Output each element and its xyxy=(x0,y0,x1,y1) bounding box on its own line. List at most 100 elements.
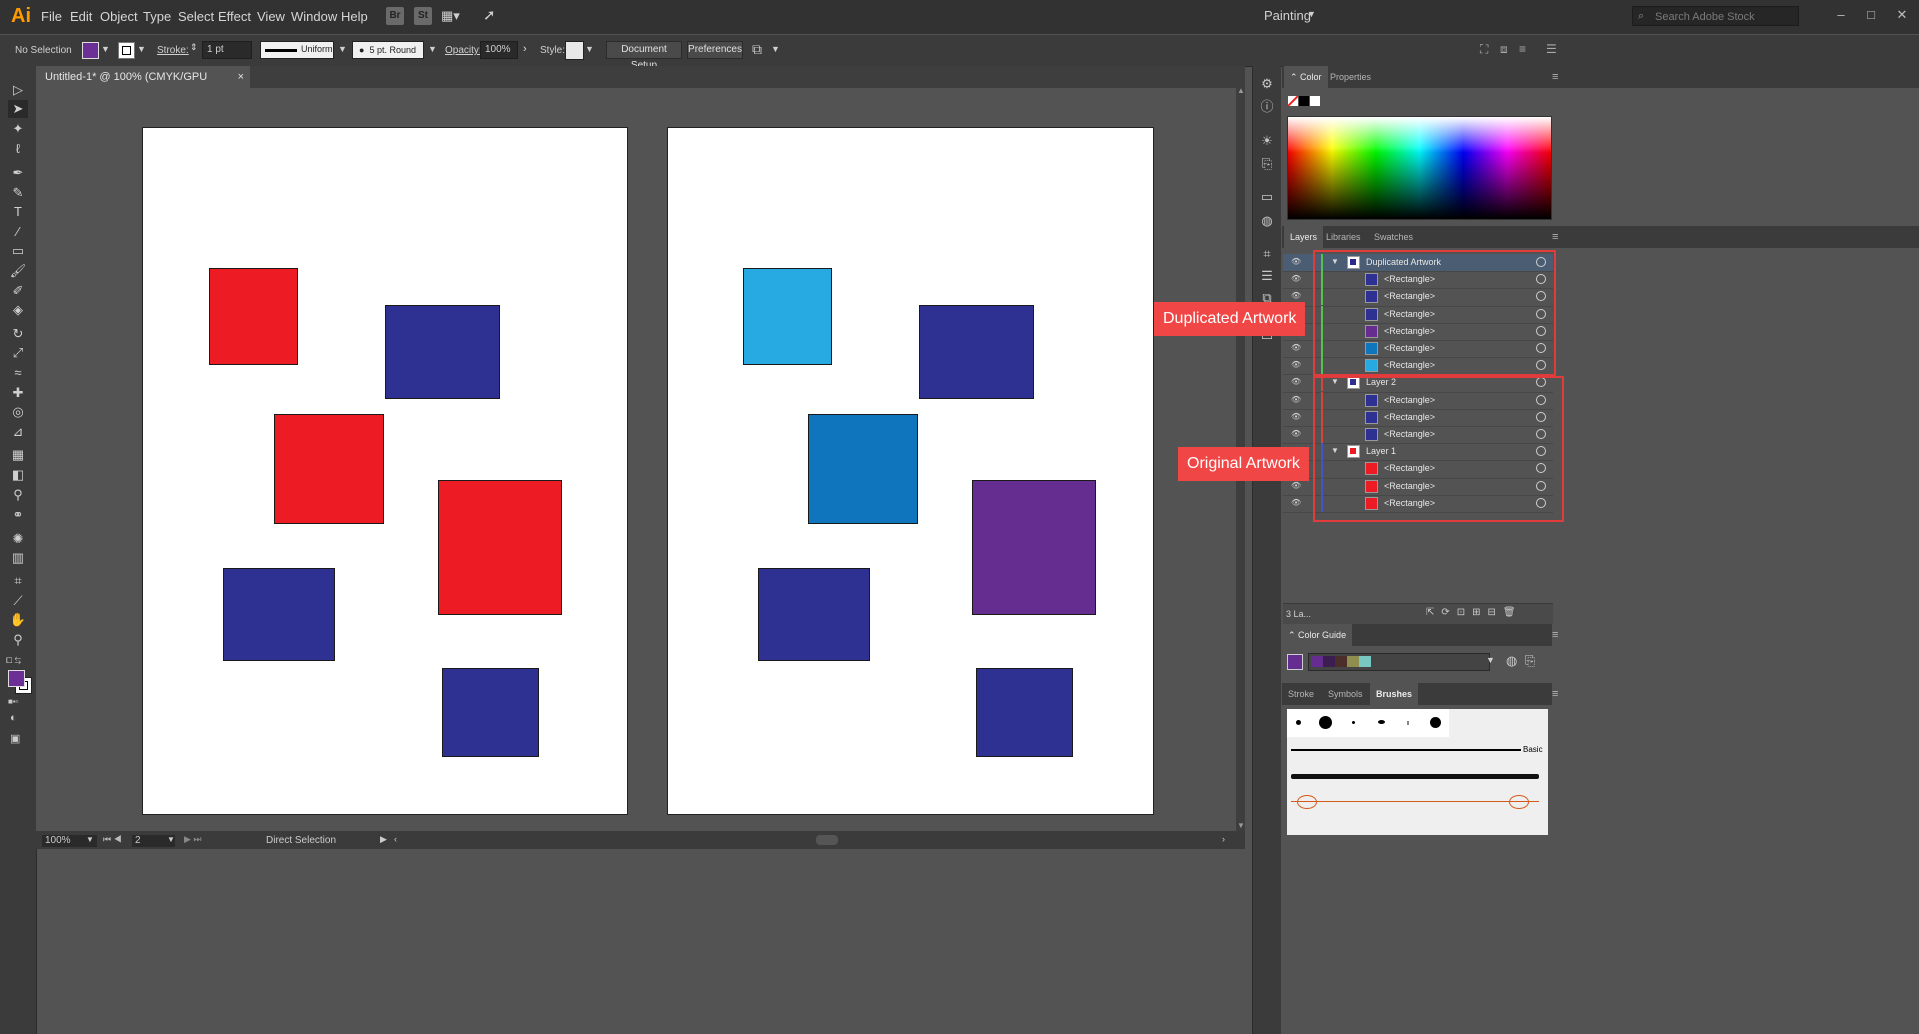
menu-help[interactable]: Help xyxy=(341,9,368,24)
artboard-tool-icon[interactable]: ⌗ xyxy=(8,572,28,590)
chevron-down-icon[interactable]: ▼ xyxy=(585,44,594,54)
harmony-swatch[interactable] xyxy=(1359,656,1371,667)
rectangle[interactable] xyxy=(808,414,918,524)
stepper-icon[interactable]: ⇕ xyxy=(190,42,198,53)
brush-dot[interactable] xyxy=(1430,717,1441,728)
rectangle[interactable] xyxy=(976,668,1073,757)
charcoal-brush-stroke[interactable] xyxy=(1291,774,1539,779)
rectangle[interactable] xyxy=(438,480,562,615)
graphic-styles-icon[interactable]: ◍ xyxy=(1259,213,1275,229)
visibility-eye-icon[interactable]: 👁 xyxy=(1291,498,1301,507)
panel-menu-icon[interactable]: ≡ xyxy=(1546,226,1564,248)
chevron-down-icon[interactable]: ▼ xyxy=(338,44,347,54)
basic-brush-stroke[interactable] xyxy=(1291,749,1521,751)
visibility-eye-icon[interactable]: 👁 xyxy=(1291,257,1301,266)
panel-menu-icon[interactable]: ≡ xyxy=(1546,683,1564,705)
stroke-label[interactable]: Stroke: xyxy=(157,45,189,56)
info-icon[interactable]: ⓘ xyxy=(1259,99,1275,115)
opacity-field[interactable]: 100% xyxy=(480,41,518,59)
next-artboard-icon[interactable]: ▶ ⏭ xyxy=(184,834,202,845)
line-tool-icon[interactable]: ⁄ xyxy=(8,223,28,241)
artboard-2[interactable] xyxy=(667,127,1154,815)
layer-actions-icons[interactable]: ⇱⟳⊡⊞⊟🗑 xyxy=(1426,607,1523,618)
mesh-tool-icon[interactable]: ▦ xyxy=(8,446,28,464)
visibility-eye-icon[interactable]: 👁 xyxy=(1291,481,1301,490)
stroke-swatch[interactable] xyxy=(118,42,135,59)
close-icon[interactable]: × xyxy=(238,66,244,88)
art-brush-stroke[interactable] xyxy=(1291,801,1539,802)
brush-dot[interactable] xyxy=(1407,721,1409,725)
brush-definition[interactable]: ● 5 pt. Round xyxy=(352,41,424,59)
none-swatch[interactable] xyxy=(1288,96,1298,106)
rectangle[interactable] xyxy=(442,668,539,757)
tab-properties[interactable]: Properties xyxy=(1324,66,1377,88)
horizontal-scrollbar-thumb[interactable] xyxy=(816,835,838,845)
menu-object[interactable]: Object xyxy=(100,9,138,24)
zoom-tool-icon[interactable]: ⚲ xyxy=(8,631,28,649)
tab-layers[interactable]: Layers xyxy=(1284,226,1324,248)
arrange-documents-icon[interactable]: ▦▾ xyxy=(441,8,460,24)
slice-tool-icon[interactable]: ⟋ xyxy=(8,592,28,610)
scale-tool-icon[interactable]: ⤢ xyxy=(8,344,28,362)
rectangle[interactable] xyxy=(972,480,1096,615)
visibility-eye-icon[interactable]: 👁 xyxy=(1291,412,1301,421)
appearance-icon[interactable]: ☀ xyxy=(1259,133,1275,149)
brush-dot[interactable] xyxy=(1319,716,1332,729)
bridge-button[interactable]: Br xyxy=(386,7,404,25)
visibility-eye-icon[interactable]: 👁 xyxy=(1291,360,1301,369)
document-setup-button[interactable]: Document Setup xyxy=(606,41,682,71)
visibility-eye-icon[interactable]: 👁 xyxy=(1291,343,1301,352)
rectangle[interactable] xyxy=(919,305,1034,399)
shape-builder-tool-icon[interactable]: ◎ xyxy=(8,403,28,421)
chevron-right-icon[interactable]: ▶ xyxy=(380,834,387,845)
eyedropper-tool-icon[interactable]: ⚲ xyxy=(8,486,28,504)
pen-tool-icon[interactable]: ✒ xyxy=(8,164,28,182)
type-tool-icon[interactable]: T xyxy=(8,203,28,221)
chevron-down-icon[interactable]: ▼ xyxy=(771,44,780,54)
preferences-button[interactable]: Preferences xyxy=(687,41,743,59)
rectangle-tool-icon[interactable]: ▭ xyxy=(8,242,28,260)
chevron-down-icon[interactable]: ▼ xyxy=(167,835,175,844)
chevron-down-icon[interactable]: ▼ xyxy=(101,44,110,54)
fill-swatch[interactable] xyxy=(82,42,99,59)
tab-symbols[interactable]: Symbols xyxy=(1322,683,1369,705)
harmony-rule-select[interactable] xyxy=(1308,653,1490,671)
maximize-button[interactable]: □ xyxy=(1856,4,1886,26)
color-wheel-icon[interactable]: ◍ xyxy=(1506,653,1517,669)
tab-stroke[interactable]: Stroke xyxy=(1282,683,1320,705)
variable-width-profile[interactable]: Uniform xyxy=(260,41,334,59)
visibility-eye-icon[interactable]: 👁 xyxy=(1291,395,1301,404)
white-swatch[interactable] xyxy=(1310,96,1320,106)
harmony-swatch[interactable] xyxy=(1311,656,1323,667)
curvature-tool-icon[interactable]: ✎ xyxy=(8,184,28,202)
scroll-left-icon[interactable]: ‹ xyxy=(394,834,397,844)
stroke-weight-field[interactable]: 1 pt xyxy=(202,41,252,59)
minimize-button[interactable]: – xyxy=(1826,4,1856,26)
gradient-tool-icon[interactable]: ◧ xyxy=(8,466,28,484)
transform-panel-icon[interactable]: ⌗ xyxy=(1259,246,1275,262)
brush-dot[interactable] xyxy=(1378,720,1385,724)
column-graph-tool-icon[interactable]: ▥ xyxy=(8,549,28,567)
send-icon[interactable]: ➚ xyxy=(483,6,496,24)
opacity-label[interactable]: Opacity: xyxy=(445,45,482,56)
screen-mode-icon[interactable]: ▣ xyxy=(10,732,20,745)
rectangle[interactable] xyxy=(209,268,298,365)
harmony-swatch[interactable] xyxy=(1335,656,1347,667)
menu-type[interactable]: Type xyxy=(143,9,171,24)
rectangle[interactable] xyxy=(223,568,335,661)
menu-select[interactable]: Select xyxy=(178,9,214,24)
base-color-swatch[interactable] xyxy=(1287,654,1303,670)
harmony-swatch[interactable] xyxy=(1323,656,1335,667)
harmony-swatch[interactable] xyxy=(1347,656,1359,667)
panel-menu-icon[interactable]: ≡ xyxy=(1546,624,1564,646)
menu-edit[interactable]: Edit xyxy=(70,9,92,24)
draw-mode-icon[interactable]: ◐ xyxy=(10,712,17,724)
scroll-right-icon[interactable]: › xyxy=(1222,834,1225,844)
search-input[interactable]: Search Adobe Stock xyxy=(1632,6,1799,26)
close-window-button[interactable]: ✕ xyxy=(1887,4,1917,26)
magic-wand-tool-icon[interactable]: ✦ xyxy=(8,120,28,138)
selection-tool-icon[interactable]: ▷ xyxy=(8,81,28,99)
symbol-sprayer-tool-icon[interactable]: ✺ xyxy=(8,530,28,548)
default-colors-icon[interactable]: ⧠ ⇆ xyxy=(6,656,21,666)
chevron-down-icon[interactable]: ▼ xyxy=(428,44,437,54)
